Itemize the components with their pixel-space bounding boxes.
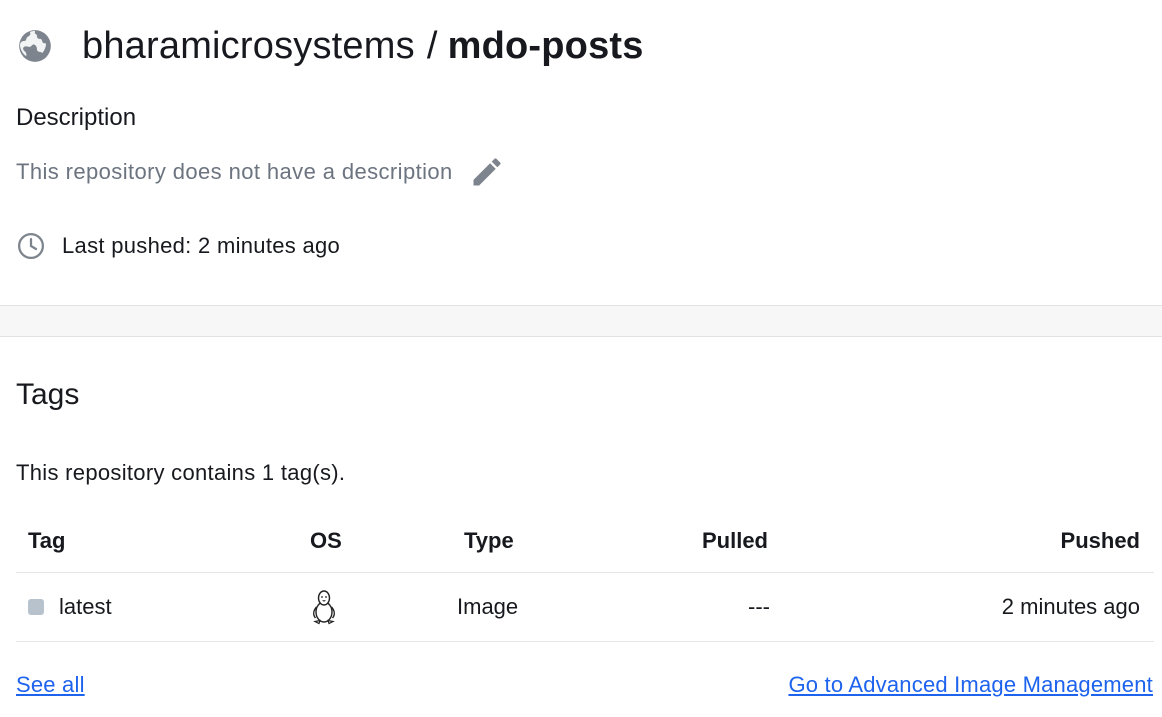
os-cell	[307, 573, 341, 641]
repo-header: bharamicrosystems / mdo-posts	[16, 24, 644, 68]
type-cell: Image	[457, 594, 519, 619]
repo-namespace: bharamicrosystems	[82, 25, 415, 67]
description-row: This repository does not have a descript…	[16, 154, 505, 190]
table-header-row: Tag OS Type Pulled Pushed	[16, 510, 1154, 573]
tag-status-square	[28, 599, 44, 615]
description-text: This repository does not have a descript…	[16, 159, 453, 184]
tags-table: Tag OS Type Pulled Pushed latest Image -…	[16, 510, 1154, 642]
pushed-cell: 2 minutes ago	[1001, 594, 1140, 619]
globe-icon	[16, 27, 54, 65]
column-header-tag[interactable]: Tag	[28, 510, 65, 572]
tag-name[interactable]: latest	[59, 594, 112, 620]
tag-cell[interactable]: latest	[28, 573, 112, 641]
column-header-os[interactable]: OS	[310, 510, 342, 572]
section-divider	[0, 305, 1162, 337]
last-pushed-row: Last pushed: 2 minutes ago	[16, 231, 340, 261]
linux-icon	[307, 589, 341, 625]
repo-separator: /	[426, 25, 438, 67]
pulled-cell: ---	[748, 594, 770, 619]
column-header-type[interactable]: Type	[464, 510, 514, 572]
advanced-image-management-link[interactable]: Go to Advanced Image Management	[788, 672, 1153, 698]
tags-count-text: This repository contains 1 tag(s).	[16, 460, 346, 485]
repo-name: mdo-posts	[447, 25, 644, 67]
clock-icon	[16, 231, 46, 261]
last-pushed-text: Last pushed: 2 minutes ago	[62, 233, 341, 258]
edit-icon[interactable]	[469, 154, 505, 190]
repo-title: bharamicrosystems / mdo-posts	[82, 24, 644, 68]
see-all-link[interactable]: See all	[16, 672, 85, 698]
table-row[interactable]: latest Image --- 2 minutes ago	[16, 573, 1154, 642]
column-header-pushed[interactable]: Pushed	[1061, 510, 1140, 572]
description-heading: Description	[16, 104, 137, 131]
tags-heading: Tags	[16, 378, 80, 411]
column-header-pulled[interactable]: Pulled	[702, 510, 768, 572]
